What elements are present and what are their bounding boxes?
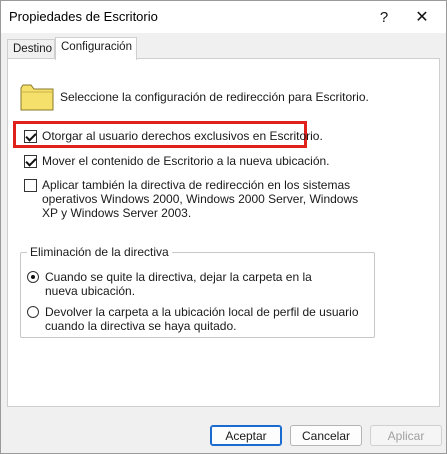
restore-folder-radio[interactable] — [27, 306, 39, 318]
tab-strip: Destino Configuración — [7, 37, 440, 60]
policy-removal-group: Eliminación de la directiva Cuando se qu… — [20, 245, 375, 338]
configuration-panel: Seleccione la configuración de redirecci… — [7, 58, 440, 407]
folder-icon — [20, 84, 54, 111]
policy-removal-legend: Eliminación de la directiva — [27, 245, 172, 259]
title-bar: Propiedades de Escritorio ? ✕ — [1, 1, 446, 33]
leave-folder-radio[interactable] — [27, 271, 39, 283]
cancel-button[interactable]: Cancelar — [290, 425, 362, 446]
move-content-label: Mover el contenido de Escritorio a la nu… — [42, 154, 330, 168]
leave-folder-option[interactable]: Cuando se quite la directiva, dejar la c… — [27, 270, 337, 298]
move-content-option[interactable]: Mover el contenido de Escritorio a la nu… — [24, 154, 330, 168]
apply-legacy-option[interactable]: Aplicar también la directiva de redirecc… — [24, 178, 364, 220]
help-button[interactable]: ? — [367, 1, 401, 33]
restore-folder-option[interactable]: Devolver la carpeta a la ubicación local… — [27, 305, 367, 333]
exclusive-rights-checkbox[interactable] — [24, 130, 37, 143]
ok-button[interactable]: Aceptar — [210, 425, 282, 446]
window-title: Propiedades de Escritorio — [9, 9, 158, 24]
apply-legacy-checkbox[interactable] — [24, 179, 37, 192]
tab-configuracion[interactable]: Configuración — [55, 37, 137, 60]
apply-legacy-label: Aplicar también la directiva de redirecc… — [42, 178, 359, 220]
exclusive-rights-option[interactable]: Otorgar al usuario derechos exclusivos e… — [24, 129, 323, 143]
leave-folder-label: Cuando se quite la directiva, dejar la c… — [45, 270, 312, 298]
move-content-checkbox[interactable] — [24, 155, 37, 168]
close-button[interactable]: ✕ — [405, 1, 439, 33]
exclusive-rights-label: Otorgar al usuario derechos exclusivos e… — [42, 129, 323, 143]
header-text: Seleccione la configuración de redirecci… — [60, 90, 369, 104]
properties-dialog: Propiedades de Escritorio ? ✕ Destino Co… — [0, 0, 447, 454]
restore-folder-label: Devolver la carpeta a la ubicación local… — [45, 305, 359, 333]
tab-destino[interactable]: Destino — [7, 39, 55, 59]
apply-button[interactable]: Aplicar — [370, 425, 442, 446]
